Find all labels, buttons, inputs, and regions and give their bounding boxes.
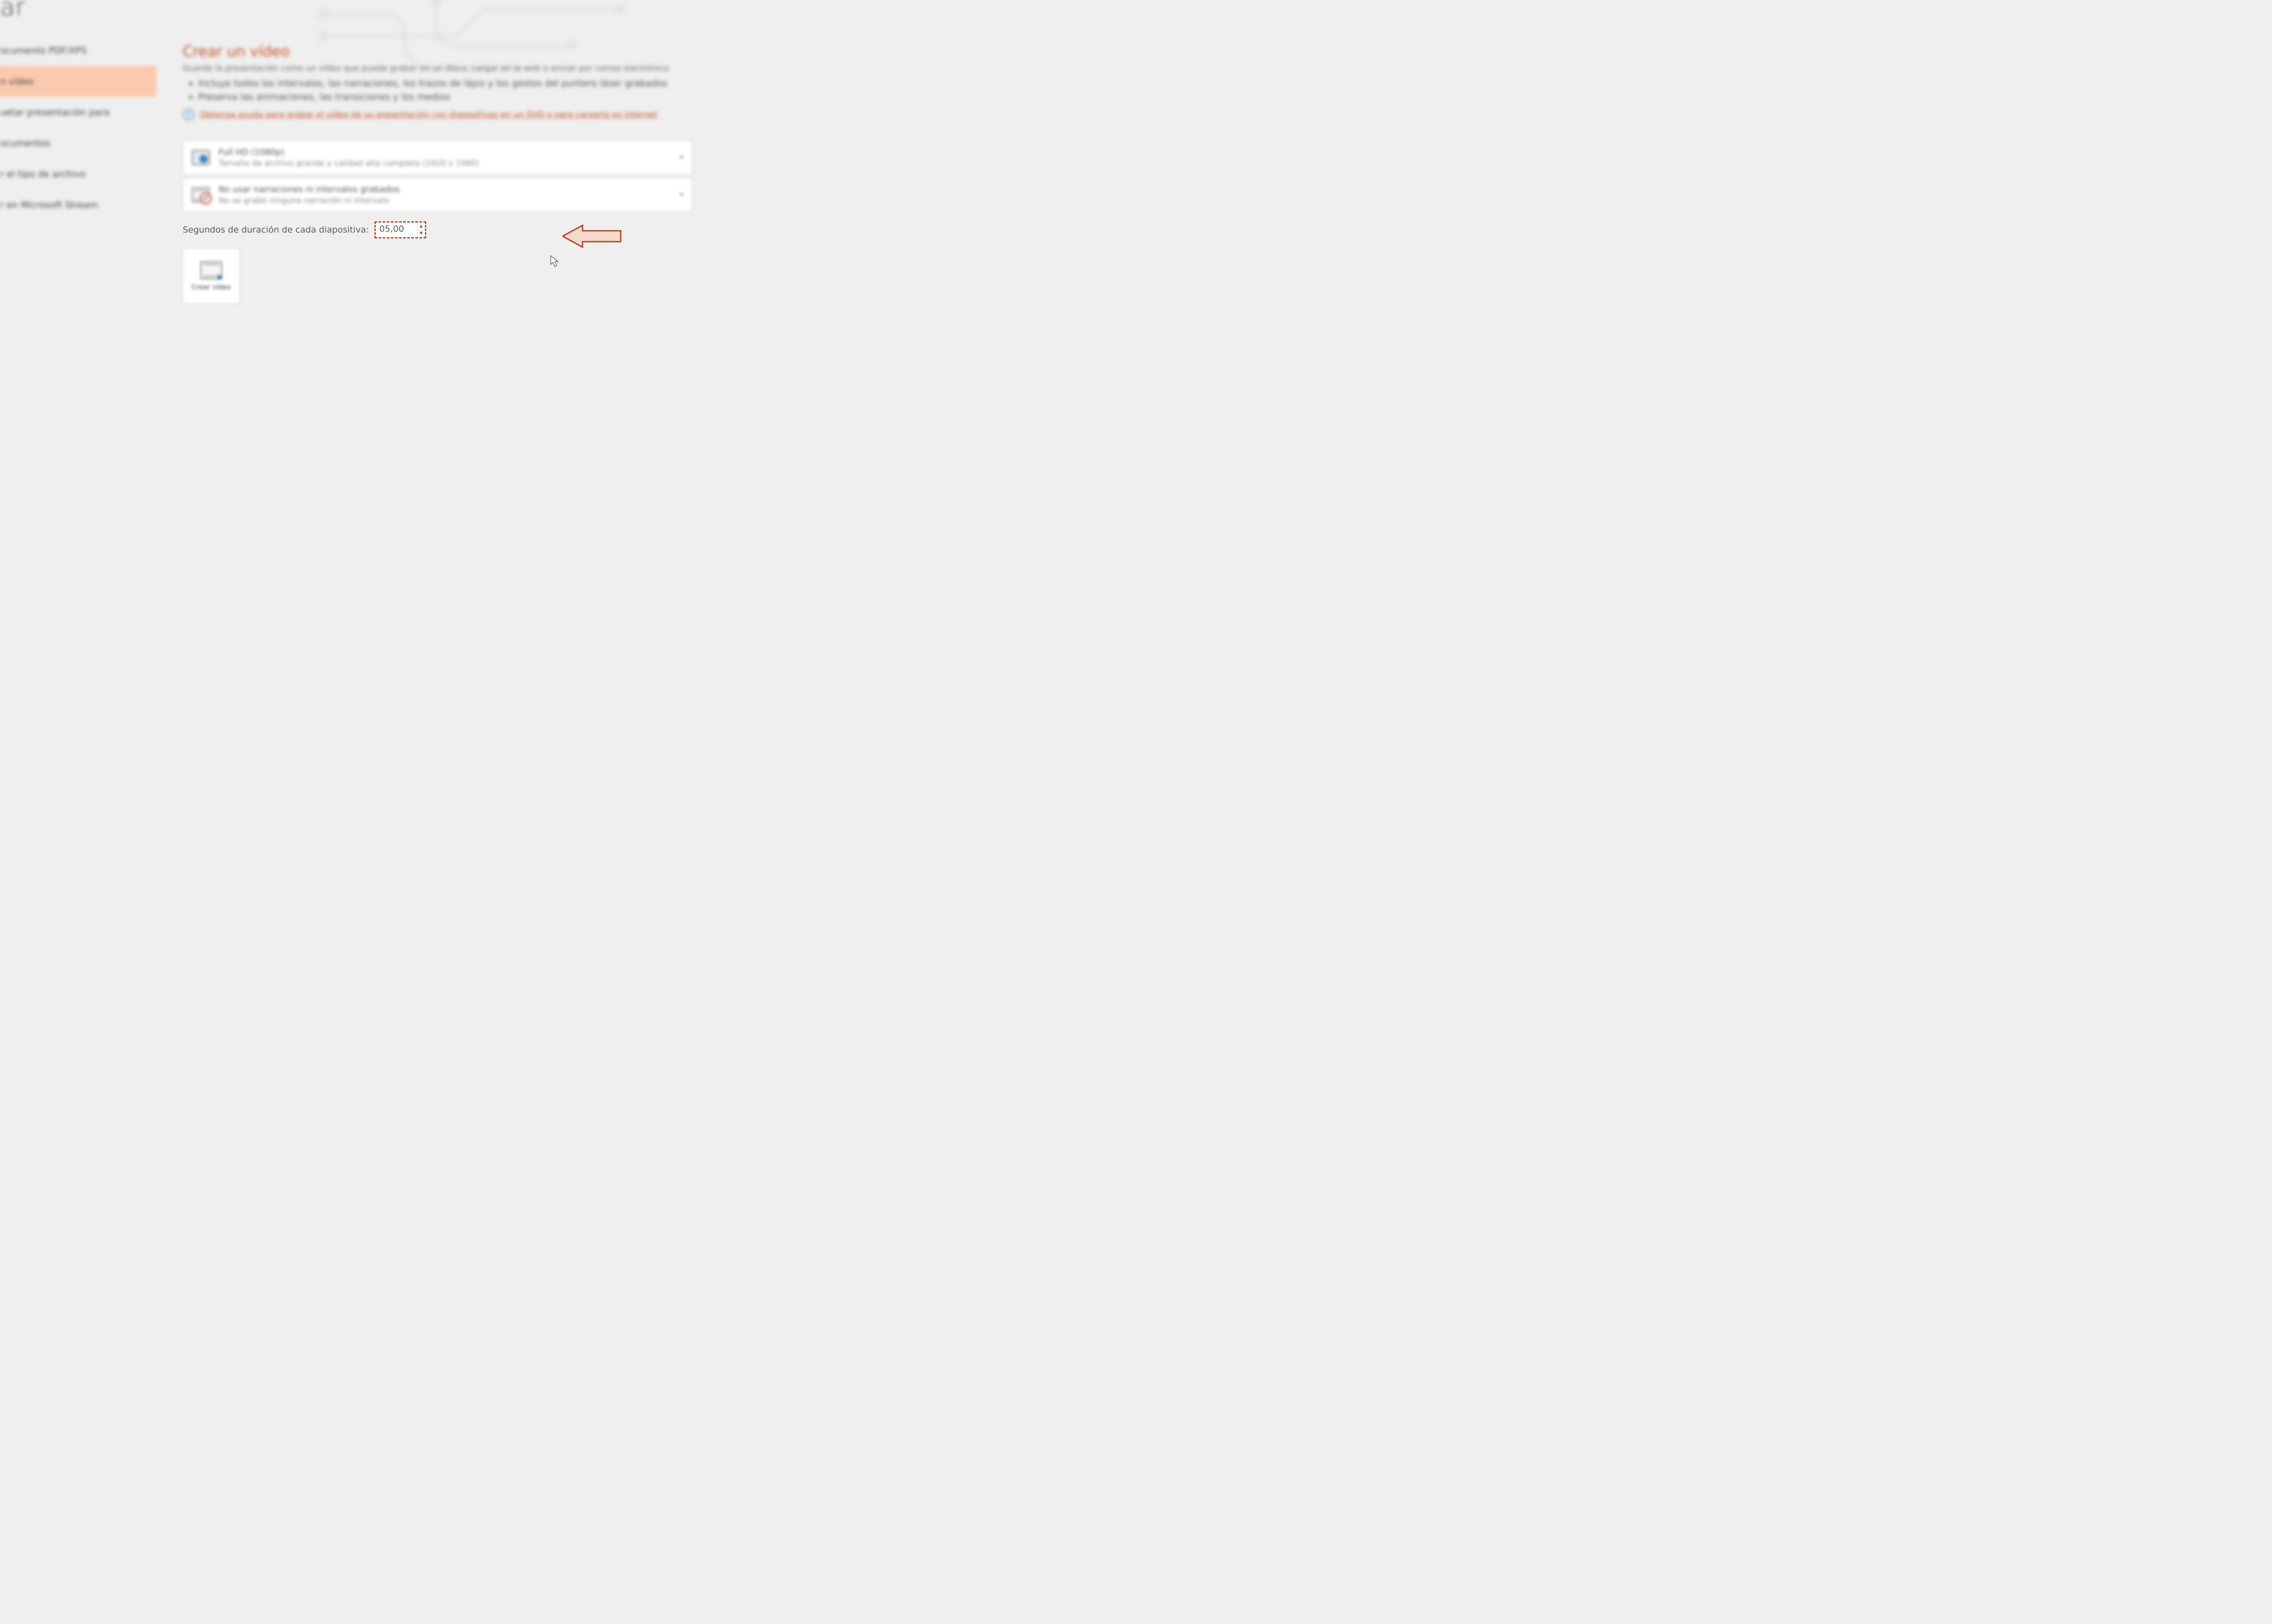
- spin-up-button[interactable]: ▲: [418, 223, 425, 230]
- narration-dropdown[interactable]: No usar narraciones ni intervalos grabad…: [183, 178, 693, 212]
- sidebar-item-pdf-xps[interactable]: ocumento PDF/XPS: [0, 35, 154, 66]
- sidebar-item-label: ocumento PDF/XPS: [0, 45, 87, 56]
- sidebar-item-label: ocumentos: [0, 138, 50, 149]
- monitor-icon: [191, 148, 210, 167]
- chevron-down-icon: [679, 156, 684, 159]
- sidebar-item-label: r el tipo de archivo: [0, 169, 85, 179]
- sidebar-item-package-presentation[interactable]: uetar presentación para: [0, 97, 154, 128]
- duration-label: Segundos de duración de cada diapositiva…: [183, 225, 369, 235]
- spin-down-button[interactable]: ▼: [418, 230, 425, 238]
- video-quality-dropdown[interactable]: Full HD (1080p) Tamaño de archivo grande…: [183, 140, 693, 175]
- chevron-down-icon: [679, 194, 684, 196]
- feature-bullet: Incluye todos los intervalos, las narrac…: [198, 78, 695, 89]
- sidebar-item-label: r en Microsoft Stream: [0, 199, 98, 210]
- sidebar-item-label: n vídeo: [0, 76, 34, 87]
- duration-spinbox[interactable]: 05,00 ▲ ▼: [374, 221, 426, 238]
- create-video-label: Crear vídeo: [192, 283, 231, 291]
- help-link[interactable]: Obtenga ayuda para grabar el vídeo de su…: [200, 110, 658, 119]
- sidebar-item-documents[interactable]: ocumentos: [0, 128, 154, 159]
- film-export-icon: [200, 261, 222, 279]
- no-narration-icon: [191, 185, 210, 204]
- duration-value: 05,00: [376, 223, 417, 237]
- highlight-arrow-icon: [563, 223, 622, 249]
- mouse-cursor-icon: [550, 255, 559, 267]
- create-video-button[interactable]: Crear vídeo: [183, 248, 240, 304]
- export-content-panel: Crear un vídeo Guarde la presentación co…: [154, 0, 709, 327]
- quality-title: Full HD (1080p): [219, 148, 479, 157]
- intro-text: Guarde la presentación como un vídeo que…: [183, 64, 695, 73]
- export-sidebar: ar ocumento PDF/XPS n vídeo uetar presen…: [0, 0, 154, 327]
- narration-title: No usar narraciones ni intervalos grabad…: [219, 185, 399, 194]
- sidebar-item-label: uetar presentación para: [0, 107, 110, 118]
- help-icon: ?: [183, 109, 194, 120]
- narration-subtitle: No se grabó ninguna narración ni interva…: [219, 196, 399, 205]
- sidebar-item-microsoft-stream[interactable]: r en Microsoft Stream: [0, 189, 154, 220]
- spin-buttons: ▲ ▼: [417, 223, 425, 237]
- quality-subtitle: Tamaño de archivo grande y calidad alta …: [219, 159, 479, 168]
- page-title-partial: ar: [0, 0, 154, 21]
- sidebar-item-create-video[interactable]: n vídeo: [0, 66, 156, 97]
- sidebar-item-change-file-type[interactable]: r el tipo de archivo: [0, 159, 154, 189]
- feature-bullet: Preserva las animaciones, las transicion…: [198, 91, 695, 102]
- section-title: Crear un vídeo: [183, 43, 695, 60]
- feature-bullet-list: Incluye todos los intervalos, las narrac…: [183, 78, 695, 102]
